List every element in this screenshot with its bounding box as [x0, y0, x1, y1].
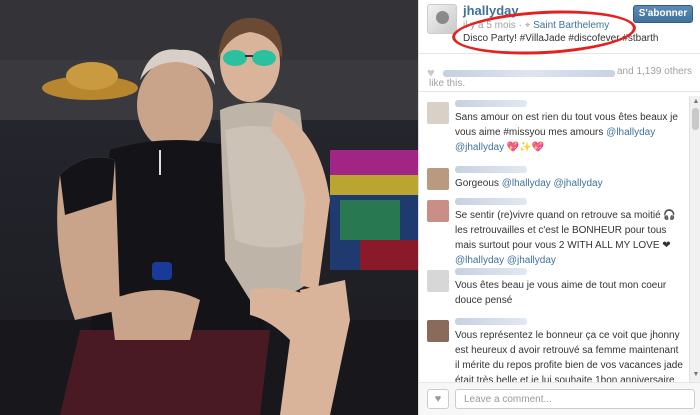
post-sidebar: jhallyday il y a 5 mois · ⌖ Saint Barthe… [418, 0, 700, 415]
likes-second-line: like this. [429, 78, 466, 89]
commenter-avatar[interactable] [427, 270, 449, 292]
comment-input[interactable] [455, 389, 695, 409]
post-caption: Disco Party! #VillaJade #discofever #stb… [463, 33, 659, 44]
commenter-name-blurred[interactable] [455, 318, 527, 325]
username-link[interactable]: jhallyday [463, 3, 519, 18]
post-meta: il y a 5 mois · ⌖ Saint Barthelemy [463, 20, 609, 31]
mention-link[interactable]: @jhallyday [507, 255, 556, 266]
location-link[interactable]: Saint Barthelemy [533, 20, 609, 31]
comment-footer: ♥ [419, 382, 700, 415]
user-avatar[interactable] [427, 4, 457, 34]
mention-link[interactable]: @lhallyday [606, 127, 655, 138]
comments-scrollbar[interactable]: ▲ ▼ [689, 96, 700, 382]
time-ago: il y a 5 mois [463, 20, 516, 31]
commenter-avatar[interactable] [427, 200, 449, 222]
commenter-name-blurred[interactable] [455, 268, 527, 275]
commenter-name-blurred[interactable] [455, 166, 527, 173]
comment-text: Se sentir (re)vivre quand on retrouve sa… [455, 210, 676, 266]
like-button[interactable]: ♥ [427, 389, 449, 409]
mention-link[interactable]: @lhallyday [455, 255, 504, 266]
comment-text: Sans amour on est rien du tout vous êtes… [455, 112, 678, 153]
comment-text: Vous représentez le bonneur ça ce voit q… [455, 330, 683, 382]
mention-link[interactable]: @jhallyday [455, 142, 504, 153]
comment-text: Vous êtes beau je vous aime de tout mon … [455, 280, 667, 306]
heart-icon: ♥ [434, 393, 442, 405]
photo-illustration [0, 0, 418, 415]
comments-list: Sans amour on est rien du tout vous êtes… [419, 96, 689, 382]
mention-link[interactable]: @lhallyday [502, 178, 551, 189]
scroll-down-icon[interactable]: ▼ [691, 370, 700, 380]
post-photo[interactable] [0, 0, 418, 415]
scroll-up-icon[interactable]: ▲ [691, 97, 700, 107]
mention-link[interactable]: @jhallyday [554, 178, 603, 189]
follow-button[interactable]: S'abonner [633, 5, 693, 23]
scrollbar-thumb[interactable] [692, 108, 699, 130]
commenter-avatar[interactable] [427, 320, 449, 342]
post-header: jhallyday il y a 5 mois · ⌖ Saint Barthe… [419, 0, 700, 59]
likes-section: ♥ and 1,139 others like this. [419, 58, 700, 92]
likes-count[interactable]: and 1,139 others [617, 66, 692, 77]
commenter-avatar[interactable] [427, 168, 449, 190]
commenter-name-blurred[interactable] [455, 100, 527, 107]
likers-names-blurred [443, 70, 615, 77]
comment-text: Gorgeous @lhallyday @jhallyday [455, 178, 603, 189]
commenter-name-blurred[interactable] [455, 198, 527, 205]
location-pin-icon: ⌖ [524, 20, 531, 31]
commenter-avatar[interactable] [427, 102, 449, 124]
